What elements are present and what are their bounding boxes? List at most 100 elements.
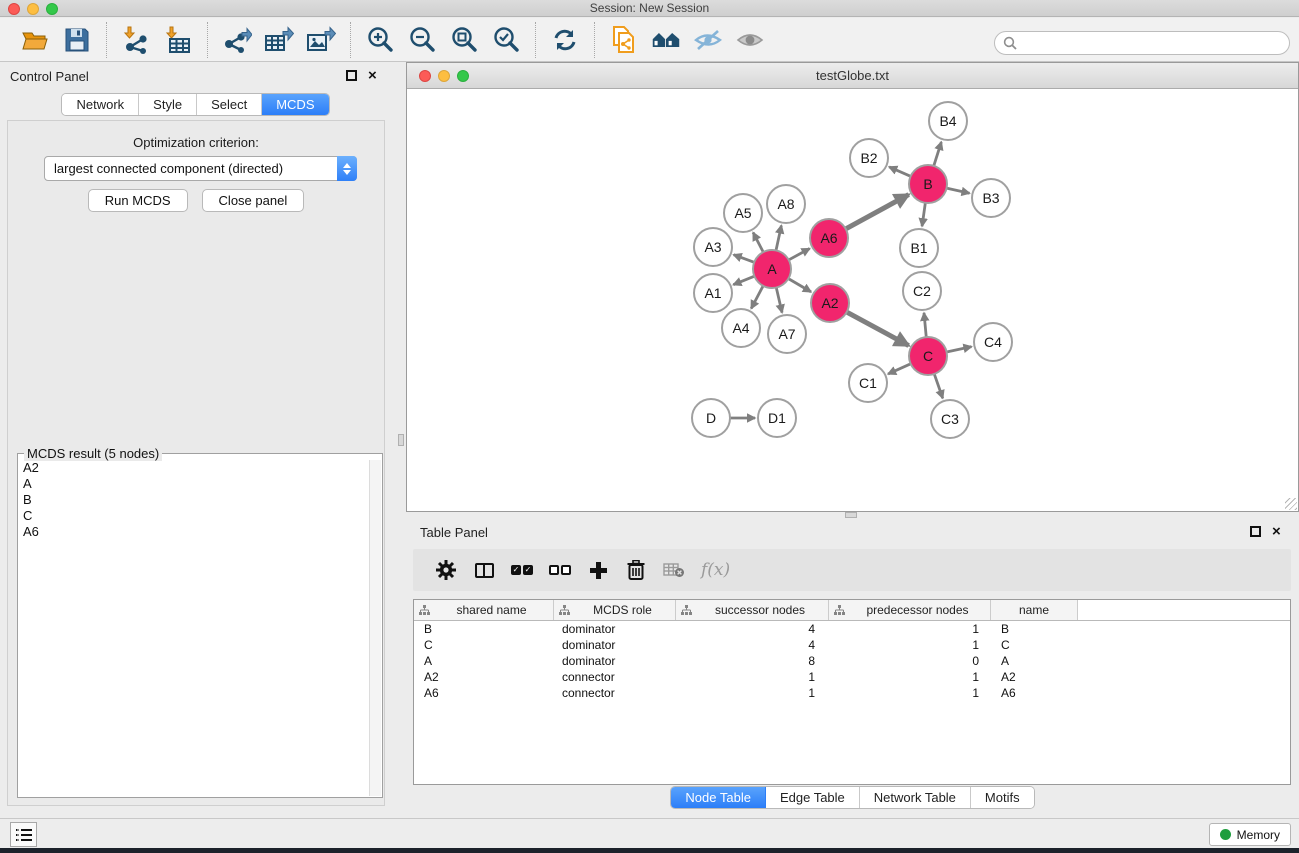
close-window-button[interactable] (8, 3, 20, 15)
edge-A-A8[interactable] (776, 226, 781, 251)
unselect-all-columns-icon[interactable] (546, 556, 574, 584)
cell-name[interactable]: B (991, 621, 1078, 637)
cell-name[interactable]: A2 (991, 669, 1078, 685)
edge-A-A7[interactable] (776, 288, 782, 313)
cell-name[interactable]: A6 (991, 685, 1078, 701)
first-neighbors-icon[interactable] (651, 25, 681, 55)
tab-network-table[interactable]: Network Table (860, 787, 971, 808)
panel-divider-handle[interactable] (398, 434, 404, 446)
save-session-icon[interactable] (62, 25, 92, 55)
column-header-successor-nodes[interactable]: successor nodes (676, 600, 829, 620)
tab-node-table[interactable]: Node Table (671, 787, 766, 808)
tab-network[interactable]: Network (62, 94, 139, 115)
cell-MCDS-role[interactable]: dominator (554, 653, 676, 669)
hide-panel-icon[interactable] (693, 25, 723, 55)
cell-predecessor-nodes[interactable]: 1 (829, 621, 991, 637)
cell-successor-nodes[interactable]: 4 (676, 621, 829, 637)
table-row[interactable]: Cdominator41C (414, 637, 1290, 653)
search-input[interactable] (1022, 36, 1272, 50)
column-header-shared-name[interactable]: shared name (414, 600, 554, 620)
edge-A-A3[interactable] (734, 255, 755, 263)
edge-A-A2[interactable] (788, 279, 811, 292)
cell-shared-name[interactable]: A2 (414, 669, 554, 685)
tab-mcds[interactable]: MCDS (262, 94, 328, 115)
export-network-icon[interactable] (222, 25, 252, 55)
tab-motifs[interactable]: Motifs (971, 787, 1034, 808)
edge-B-B1[interactable] (922, 203, 925, 226)
cell-successor-nodes[interactable]: 1 (676, 669, 829, 685)
cell-shared-name[interactable]: A (414, 653, 554, 669)
cell-shared-name[interactable]: B (414, 621, 554, 637)
edge-A-A5[interactable] (753, 233, 763, 253)
tab-select[interactable]: Select (197, 94, 262, 115)
cell-successor-nodes[interactable]: 4 (676, 637, 829, 653)
create-column-icon[interactable] (584, 556, 612, 584)
edge-A-A6[interactable] (789, 249, 810, 260)
float-panel-icon[interactable] (346, 70, 359, 83)
result-item[interactable]: B (19, 492, 369, 508)
table-row[interactable]: A6connector11A6 (414, 685, 1290, 701)
import-table-icon[interactable] (163, 25, 193, 55)
panel-divider-handle[interactable] (845, 512, 857, 518)
edge-B-B3[interactable] (947, 188, 970, 193)
tab-edge-table[interactable]: Edge Table (766, 787, 860, 808)
refresh-icon[interactable] (550, 25, 580, 55)
open-session-icon[interactable] (20, 25, 50, 55)
edge-B-B4[interactable] (934, 142, 942, 166)
table-row[interactable]: A2connector11A2 (414, 669, 1290, 685)
edge-C-C1[interactable] (888, 364, 911, 374)
edge-A-A1[interactable] (733, 276, 754, 285)
cell-MCDS-role[interactable]: connector (554, 669, 676, 685)
show-panel-icon[interactable] (735, 25, 765, 55)
export-table-icon[interactable] (264, 25, 294, 55)
close-network-button[interactable] (419, 70, 431, 82)
result-scrollbar[interactable] (369, 460, 381, 796)
select-all-columns-icon[interactable]: ✓✓ (508, 556, 536, 584)
minimize-window-button[interactable] (27, 3, 39, 15)
cell-MCDS-role[interactable]: dominator (554, 621, 676, 637)
close-panel-icon[interactable]: × (368, 70, 381, 83)
edge-A6-B[interactable] (846, 195, 909, 229)
column-header-predecessor-nodes[interactable]: predecessor nodes (829, 600, 991, 620)
float-table-panel-icon[interactable] (1250, 526, 1263, 539)
network-window-titlebar[interactable]: testGlobe.txt (407, 63, 1298, 89)
delete-columns-icon[interactable] (622, 556, 650, 584)
cell-MCDS-role[interactable]: dominator (554, 637, 676, 653)
zoom-network-button[interactable] (457, 70, 469, 82)
import-network-icon[interactable] (121, 25, 151, 55)
edge-C-C3[interactable] (934, 374, 942, 398)
zoom-in-icon[interactable] (365, 25, 395, 55)
network-canvas[interactable]: B4B2BB3A8A5A6A3B1AC2A1A2A4A7C4CC1C3DD1 (407, 89, 1298, 511)
cell-shared-name[interactable]: A6 (414, 685, 554, 701)
table-row[interactable]: Adominator80A (414, 653, 1290, 669)
zoom-out-icon[interactable] (407, 25, 437, 55)
edge-C-C4[interactable] (947, 347, 972, 352)
table-row[interactable]: Bdominator41B (414, 621, 1290, 637)
edge-A-A4[interactable] (751, 286, 763, 309)
search-field[interactable] (994, 31, 1290, 55)
window-resize-handle[interactable] (1285, 498, 1297, 510)
cell-predecessor-nodes[interactable]: 1 (829, 685, 991, 701)
result-item[interactable]: C (19, 508, 369, 524)
cell-shared-name[interactable]: C (414, 637, 554, 653)
zoom-selected-icon[interactable] (491, 25, 521, 55)
task-history-button[interactable] (10, 822, 37, 847)
run-mcds-button[interactable]: Run MCDS (88, 189, 188, 212)
cell-successor-nodes[interactable]: 1 (676, 685, 829, 701)
node-table[interactable]: shared nameMCDS rolesuccessor nodesprede… (413, 599, 1291, 785)
mcds-result-list[interactable]: A2ABCA6 (19, 460, 369, 796)
table-options-icon[interactable] (432, 556, 460, 584)
close-panel-button[interactable]: Close panel (202, 189, 305, 212)
result-item[interactable]: A6 (19, 524, 369, 540)
zoom-fit-icon[interactable] (449, 25, 479, 55)
column-header-name[interactable]: name (991, 600, 1078, 620)
edge-A2-C[interactable] (847, 312, 909, 345)
cell-MCDS-role[interactable]: connector (554, 685, 676, 701)
duplicate-network-icon[interactable] (609, 25, 639, 55)
cell-name[interactable]: A (991, 653, 1078, 669)
minimize-network-button[interactable] (438, 70, 450, 82)
edge-C-C2[interactable] (924, 313, 926, 337)
close-table-panel-icon[interactable]: × (1272, 526, 1285, 539)
edge-B-B2[interactable] (889, 167, 910, 176)
cell-predecessor-nodes[interactable]: 1 (829, 669, 991, 685)
